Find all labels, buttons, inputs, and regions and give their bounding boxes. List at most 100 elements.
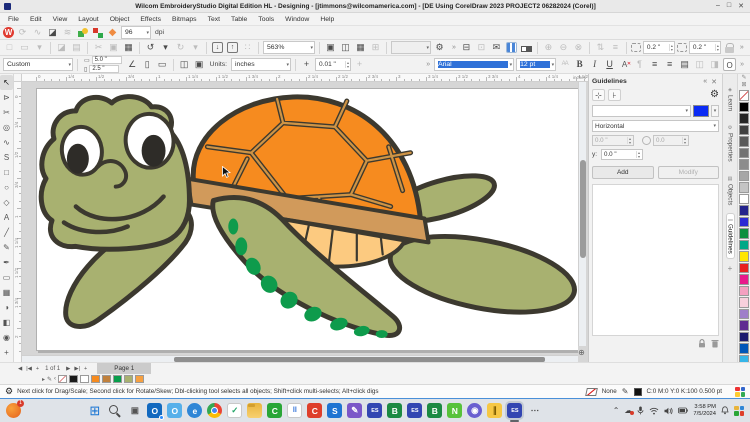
import-icon[interactable]: ↓ (212, 42, 223, 53)
page-size-fields[interactable]: ▭5.0 "▯2.5 " (84, 56, 122, 73)
vertical-scrollbar[interactable] (578, 82, 586, 346)
menu-tools[interactable]: Tools (258, 16, 274, 23)
guideline-color-swatch[interactable] (693, 105, 709, 117)
color-swatch[interactable] (739, 309, 749, 320)
order-icon[interactable]: ⇅ (594, 41, 607, 54)
guideline-angle-field[interactable]: 0.0▴▾ (653, 135, 689, 146)
interactive-fill-tool[interactable]: ◉ (0, 330, 13, 345)
color-swatch[interactable] (739, 286, 749, 297)
text-tool[interactable]: A (0, 210, 13, 225)
palette-header-icon[interactable]: ⊠ (741, 82, 746, 89)
show-graphics-icon[interactable] (76, 26, 89, 39)
wifi-icon[interactable] (649, 407, 659, 415)
menu-bitmaps[interactable]: Bitmaps (172, 16, 197, 23)
battery-icon[interactable] (678, 407, 688, 414)
freehand-tool[interactable]: ∿ (0, 135, 13, 150)
overflow-chevron-right[interactable]: » (738, 44, 746, 51)
units-combo[interactable]: inches▾ (231, 58, 291, 71)
menu-help[interactable]: Help (320, 16, 334, 23)
overflow-chevron-left[interactable]: » (450, 44, 458, 51)
bernina-app-2[interactable]: B (427, 403, 442, 418)
menu-window[interactable]: Window (285, 16, 309, 23)
drawing-canvas[interactable] (22, 82, 578, 354)
horizontal-ruler[interactable]: inches 01/41/23/411 1/41 1/21 3/422 1/42… (22, 74, 588, 82)
clear-text-format-icon[interactable] (618, 58, 631, 71)
align-icon[interactable]: ≡ (609, 41, 622, 54)
add-preset-icon[interactable]: + (353, 58, 366, 71)
export-icon[interactable]: ↑ (227, 42, 238, 53)
switch-to-wilcom-icon[interactable]: ⟳ (16, 26, 29, 39)
doc-color-swatch[interactable] (124, 375, 133, 383)
mail-app[interactable]: O (167, 403, 182, 418)
smart-fill-tool[interactable]: ◧ (0, 315, 13, 330)
add-docker-tab-button[interactable]: + (728, 264, 733, 273)
chart-app[interactable]: ll (287, 403, 302, 418)
more-tools[interactable]: + (0, 345, 13, 360)
drop-shadow-tool[interactable]: ◑ (0, 300, 13, 315)
guideline-x-field[interactable]: 0.0 "▴▾ (592, 135, 634, 146)
group-icon[interactable]: ⊟ (460, 41, 473, 54)
chevron-up-icon[interactable]: ⌃ (613, 406, 620, 415)
color-swatch[interactable] (739, 240, 749, 251)
volume-icon[interactable] (664, 407, 673, 415)
page-border-icon[interactable]: ◫ (178, 58, 191, 71)
clock[interactable]: 3:58 PM 7/5/2024 (693, 404, 716, 417)
embroiderystudio-app[interactable]: ES (367, 403, 382, 418)
embroiderystudio-app-2[interactable]: ES (407, 403, 422, 418)
docker-tab-objects[interactable]: ▤Objects (727, 171, 734, 210)
envelope-icon[interactable]: ✉ (490, 41, 503, 54)
basic-shapes-tool[interactable]: ▭ (0, 270, 13, 285)
new-icon[interactable]: □ (3, 41, 16, 54)
columns-toggle-icon[interactable] (506, 42, 517, 53)
shape-tool[interactable]: ⊳ (0, 90, 13, 105)
edge-app[interactable]: e (187, 403, 202, 418)
delete-guideline-icon[interactable] (711, 339, 719, 348)
yellow-app[interactable]: ∥ (487, 403, 502, 418)
redo-list-icon[interactable]: ▾ (189, 41, 202, 54)
angle-dial-icon[interactable] (642, 136, 651, 145)
menu-layout[interactable]: Layout (78, 16, 98, 23)
shape-nodes-icon[interactable] (520, 41, 533, 54)
guidelines-list[interactable] (592, 184, 719, 336)
link-design-icon[interactable]: ≋ (61, 26, 74, 39)
coreldraw-app[interactable]: C (307, 403, 322, 418)
page-nav-button[interactable]: + (36, 366, 39, 372)
guidelines-settings-gear-icon[interactable]: ⚙ (710, 89, 719, 100)
paste-icon[interactable]: ▦ (122, 41, 135, 54)
menu-object[interactable]: Object (110, 16, 130, 23)
page-nav-button[interactable]: ▶ (66, 366, 70, 372)
nudge-distance-field[interactable]: 0.01 "▴▾ (315, 58, 351, 71)
rotate-angle-icon[interactable]: ∠ (126, 58, 139, 71)
save-icon[interactable]: ◪ (55, 41, 68, 54)
color-swatch[interactable] (739, 102, 749, 113)
propbar-chevron-right[interactable]: » (738, 61, 746, 68)
doc-no-color-swatch[interactable] (58, 375, 67, 383)
snap-icon[interactable]: ⊞ (369, 41, 382, 54)
page-nav-button[interactable]: |◀ (26, 366, 32, 372)
horizontal-scrollbar[interactable] (22, 355, 578, 362)
color-swatch[interactable] (739, 148, 749, 159)
fill-color-icon[interactable] (585, 388, 598, 396)
color-swatch[interactable] (739, 125, 749, 136)
microphone-icon[interactable] (637, 406, 644, 415)
color-swatch[interactable] (739, 136, 749, 147)
weld-icon[interactable]: ⊕ (542, 41, 555, 54)
print-icon[interactable]: ▤ (70, 41, 83, 54)
text-columns-icon[interactable]: ◫ (693, 58, 706, 71)
page-nav-button[interactable]: + (84, 366, 87, 372)
outline-color-chip[interactable] (634, 388, 642, 396)
ellipse-tool[interactable]: ○ (0, 180, 13, 195)
outline-width-icon[interactable] (631, 43, 641, 52)
dpi-combo[interactable]: 96▾ (121, 26, 151, 39)
doc-color-swatch[interactable] (135, 375, 144, 383)
drop-cap-icon[interactable]: ▤ (678, 58, 691, 71)
rectangle-tool[interactable]: □ (0, 165, 13, 180)
page-background-icon[interactable]: ▣ (193, 58, 206, 71)
docker-collapse-icon[interactable]: « (701, 78, 709, 85)
color-swatch[interactable] (739, 228, 749, 239)
open-icon[interactable]: ▭ (18, 41, 31, 54)
search-button[interactable] (107, 403, 122, 418)
redo-icon[interactable]: ↻ (174, 41, 187, 54)
menu-text[interactable]: Text (208, 16, 220, 23)
snap-to-combo[interactable]: ▾ (391, 41, 431, 54)
